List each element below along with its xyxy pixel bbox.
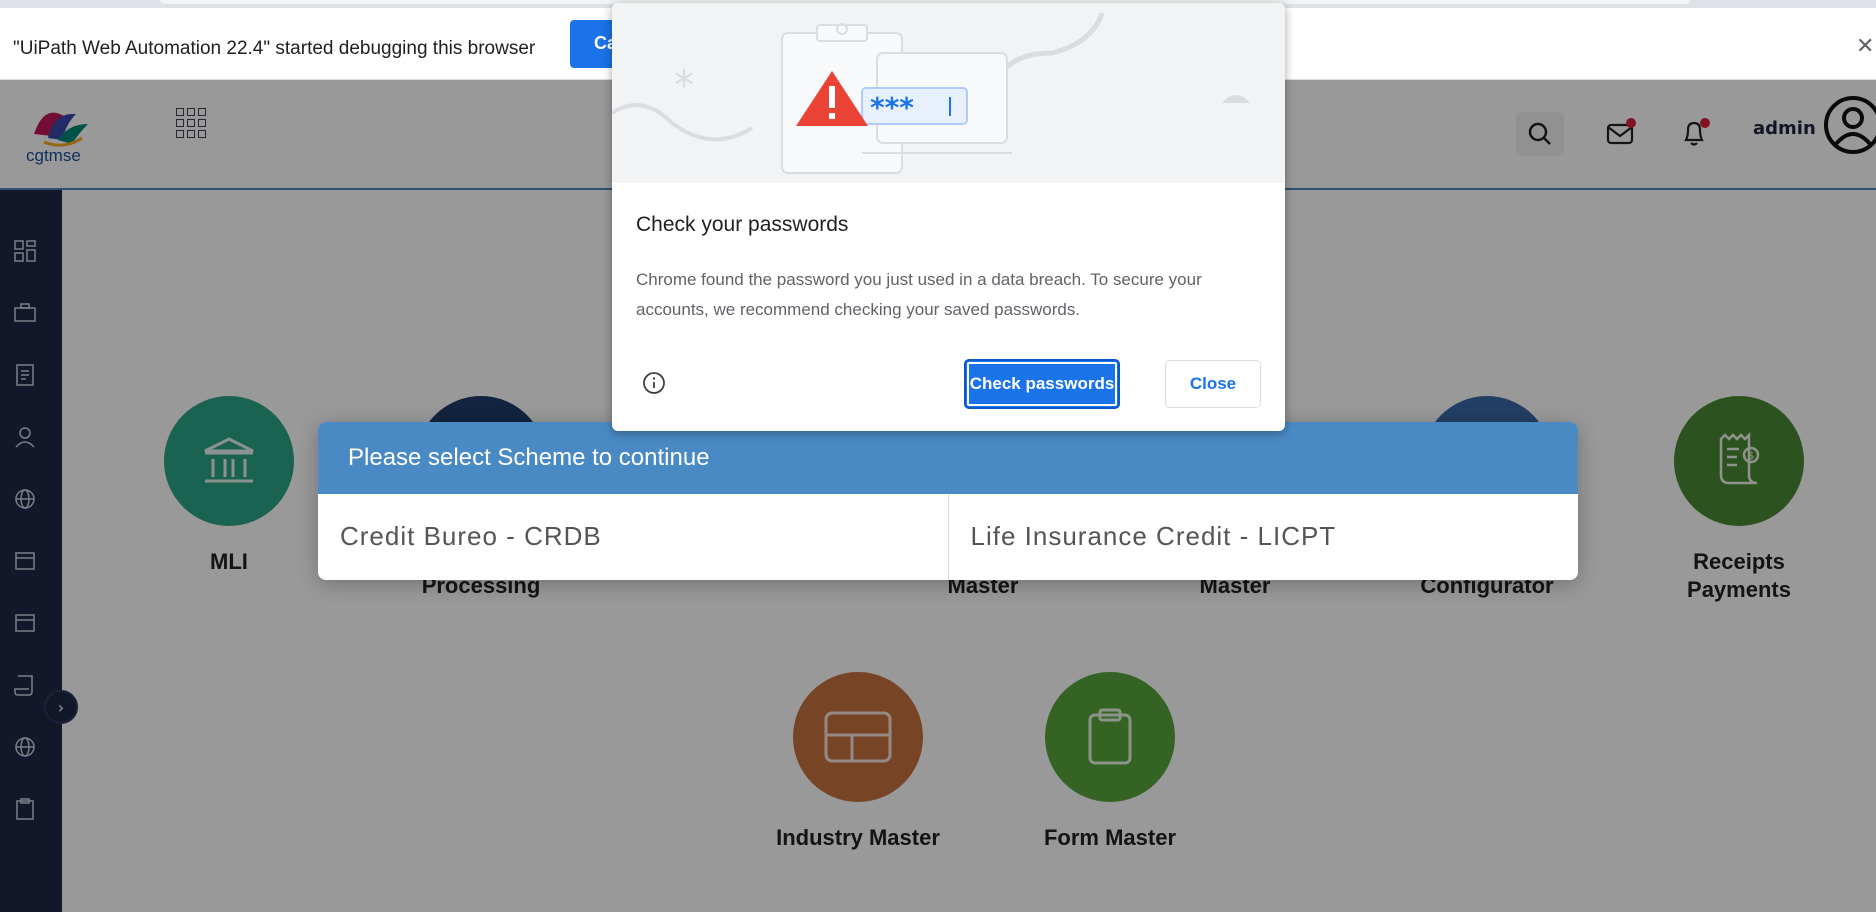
check-passwords-button[interactable]: Check passwords bbox=[964, 359, 1120, 409]
password-illustration: * *** bbox=[612, 3, 1285, 183]
scheme-select-modal: Please select Scheme to continue Credit … bbox=[318, 422, 1578, 580]
password-illustration-art: * *** bbox=[612, 12, 1250, 174]
scheme-option-licpt[interactable]: Life Insurance Credit - LICPT bbox=[947, 494, 1579, 580]
infobar-close-icon[interactable]: ✕ bbox=[1856, 34, 1876, 59]
close-button[interactable]: Close bbox=[1165, 360, 1261, 408]
svg-text:*: * bbox=[674, 63, 694, 109]
password-dialog-body: Chrome found the password you just used … bbox=[636, 270, 1202, 319]
info-icon[interactable] bbox=[642, 371, 666, 395]
password-breach-dialog: * *** Check your passwords Chrome found … bbox=[612, 3, 1285, 431]
scheme-options: Credit Bureo - CRDB Life Insurance Credi… bbox=[318, 494, 1578, 580]
scheme-option-crdb[interactable]: Credit Bureo - CRDB bbox=[318, 494, 948, 580]
infobar-message: "UiPath Web Automation 22.4" started deb… bbox=[13, 38, 536, 59]
illustration-asterisks: *** bbox=[870, 91, 914, 124]
scheme-modal-title: Please select Scheme to continue bbox=[318, 422, 1578, 494]
password-dialog-title: Check your passwords bbox=[636, 213, 849, 236]
